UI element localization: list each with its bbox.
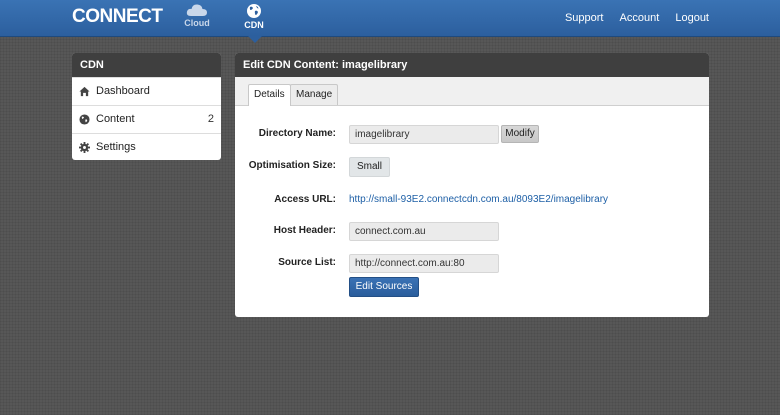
account-link[interactable]: Account xyxy=(620,12,660,24)
sidebar-title: CDN xyxy=(72,53,221,77)
gear-icon xyxy=(79,142,90,153)
top-navbar: CONNECT Cloud CDN Support Account Logout xyxy=(0,0,780,37)
optimisation-size-row: Optimisation Size: Small xyxy=(235,157,709,177)
logout-link[interactable]: Logout xyxy=(675,12,709,24)
access-url-row: Access URL: http://small-93E2.connectcdn… xyxy=(235,191,709,211)
cloud-icon xyxy=(186,4,207,16)
tab-manage[interactable]: Manage xyxy=(290,84,339,105)
nav-tab-cdn[interactable]: CDN xyxy=(234,3,274,30)
edit-sources-button[interactable]: Edit Sources xyxy=(349,277,419,297)
access-url-link[interactable]: http://small-93E2.connectcdn.com.au/8093… xyxy=(349,194,608,205)
sidebar: CDN Dashboard Content 2 Settings xyxy=(72,53,221,160)
tab-details[interactable]: Details xyxy=(248,84,291,106)
optimisation-size-label: Optimisation Size: xyxy=(248,160,336,171)
host-header-field[interactable]: connect.com.au xyxy=(349,222,499,241)
nav-tab-cloud[interactable]: Cloud xyxy=(177,3,217,28)
home-icon xyxy=(79,86,90,97)
source-list-label: Source List: xyxy=(278,257,336,268)
host-header-row: Host Header: connect.com.au xyxy=(235,222,709,242)
optimisation-size-value[interactable]: Small xyxy=(349,157,390,177)
directory-name-row: Directory Name: imagelibrary Modify xyxy=(235,125,709,145)
nav-tab-cloud-label: Cloud xyxy=(184,18,210,28)
nav-tab-cdn-label: CDN xyxy=(244,20,264,30)
sidebar-item-dashboard[interactable]: Dashboard xyxy=(72,77,221,105)
sidebar-item-label: Dashboard xyxy=(96,85,150,97)
panel-title: Edit CDN Content: imagelibrary xyxy=(235,53,709,77)
access-url-label: Access URL: xyxy=(274,194,336,205)
panel-tabs: Details Manage xyxy=(235,77,709,106)
support-link[interactable]: Support xyxy=(565,12,604,24)
sidebar-item-label: Content xyxy=(96,113,135,125)
source-list-row: Source List: http://connect.com.au:80 xyxy=(235,254,709,274)
sidebar-item-settings[interactable]: Settings xyxy=(72,133,221,160)
connect-logo[interactable]: CONNECT xyxy=(72,6,163,28)
content-count-badge: 2 xyxy=(207,113,214,125)
directory-name-field[interactable]: imagelibrary xyxy=(349,125,499,144)
sidebar-item-label: Settings xyxy=(96,141,136,153)
edit-cdn-panel: Edit CDN Content: imagelibrary Details M… xyxy=(235,53,709,317)
globe-icon xyxy=(247,4,261,18)
active-tab-pointer xyxy=(248,36,262,43)
sidebar-item-content[interactable]: Content 2 xyxy=(72,105,221,133)
globe-icon xyxy=(79,114,90,125)
top-links: Support Account Logout xyxy=(552,12,709,24)
host-header-label: Host Header: xyxy=(273,225,336,236)
modify-button[interactable]: Modify xyxy=(501,125,539,143)
directory-name-label: Directory Name: xyxy=(258,128,336,139)
source-list-field[interactable]: http://connect.com.au:80 xyxy=(349,254,499,273)
